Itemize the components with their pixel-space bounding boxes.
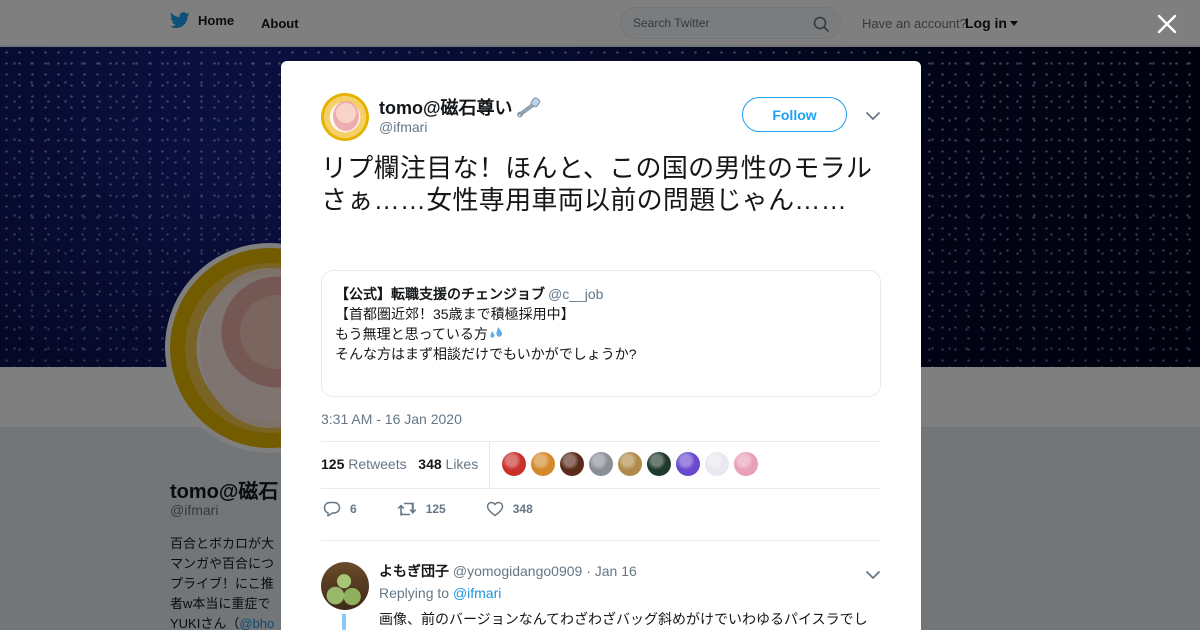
quoted-tweet[interactable]: 【公式】転職支援のチェンジョブ @c__job 【首都圏近郊！35歳まで積極採用中… [321, 270, 881, 397]
divider [489, 442, 490, 488]
author-name-text: tomo@磁石尊い [379, 98, 513, 118]
tweet-modal: tomo@磁石尊い @ifmari Follow リプ欄注目な！ほんと、この国の… [281, 61, 921, 630]
reply-author-name[interactable]: よもぎ団子 [379, 563, 449, 579]
close-icon[interactable] [1156, 13, 1178, 35]
liker-avatar[interactable] [589, 452, 613, 476]
safety-pin-icon [516, 97, 540, 118]
quoted-author-name: 【公式】転職支援のチェンジョブ [335, 286, 545, 302]
chevron-down-icon[interactable] [864, 568, 882, 582]
reply-author-avatar[interactable] [321, 562, 369, 610]
reply-text: 画像、前のバージョンなんてわざわざバッグ斜めがけでいわゆるパイスラでし [379, 611, 868, 627]
liker-avatars [502, 452, 758, 476]
liker-avatar[interactable] [618, 452, 642, 476]
replying-to-link[interactable]: @ifmari [453, 585, 501, 601]
divider [321, 488, 881, 489]
author-avatar[interactable] [321, 93, 369, 141]
quoted-text-line: そんな方はまず相談だけでもいかがでしょうか? [335, 346, 637, 362]
sweat-droplets-icon [490, 327, 502, 338]
avatar-artwork [333, 101, 359, 131]
likes-label: Likes [445, 456, 479, 472]
replying-to: Replying to @ifmari [379, 585, 501, 601]
quoted-author-handle: @c__job [548, 286, 604, 302]
divider [321, 441, 881, 442]
reply-author-handle[interactable]: @yomogidango0909 [453, 563, 582, 579]
retweet-icon [397, 502, 416, 516]
tweet-actions: 6 125 348 [323, 501, 573, 517]
liker-avatar[interactable] [734, 452, 758, 476]
thread-connector [342, 614, 346, 630]
tweet-timestamp[interactable]: 3:31 AM - 16 Jan 2020 [321, 411, 462, 427]
liker-avatar[interactable] [531, 452, 555, 476]
reply-header: よもぎ団子 @yomogidango0909 · Jan 16 [379, 563, 637, 579]
heart-icon [486, 501, 503, 517]
replying-to-label: Replying to [379, 585, 450, 601]
reply-date[interactable]: Jan 16 [595, 563, 637, 579]
reply-icon [323, 501, 341, 517]
follow-button[interactable]: Follow [742, 97, 847, 132]
like-button[interactable]: 348 [486, 501, 533, 517]
author-handle[interactable]: @ifmari [379, 119, 427, 135]
reply-count: 6 [350, 502, 357, 516]
retweet-count: 125 [425, 502, 446, 516]
quoted-text: もう無理と思っている方 [335, 326, 488, 342]
divider [321, 540, 881, 541]
quoted-text-line: 【首都圏近郊！35歳まで積極採用中】 [335, 306, 575, 322]
liker-avatar[interactable] [705, 452, 729, 476]
author-name[interactable]: tomo@磁石尊い [379, 94, 541, 120]
retweets-label: Retweets [348, 456, 407, 472]
retweets-count: 125 [321, 456, 345, 472]
liker-avatar[interactable] [560, 452, 584, 476]
chevron-down-icon[interactable] [864, 109, 882, 123]
liker-avatar[interactable] [647, 452, 671, 476]
likes-count: 348 [418, 456, 442, 472]
quoted-text-line: もう無理と思っている方 [335, 324, 867, 344]
quoted-tweet-header: 【公式】転職支援のチェンジョブ @c__job [335, 284, 867, 304]
liker-avatar[interactable] [502, 452, 526, 476]
reply-button[interactable]: 6 [323, 501, 357, 517]
retweet-button[interactable]: 125 [397, 501, 446, 517]
tweet-stats[interactable]: 125 Retweets 348 Likes [321, 456, 478, 472]
like-count: 348 [512, 502, 533, 516]
liker-avatar[interactable] [676, 452, 700, 476]
tweet-text: リプ欄注目な！ほんと、この国の男性のモラルさぁ……女性専用車両以前の問題じゃん…… [321, 153, 873, 215]
